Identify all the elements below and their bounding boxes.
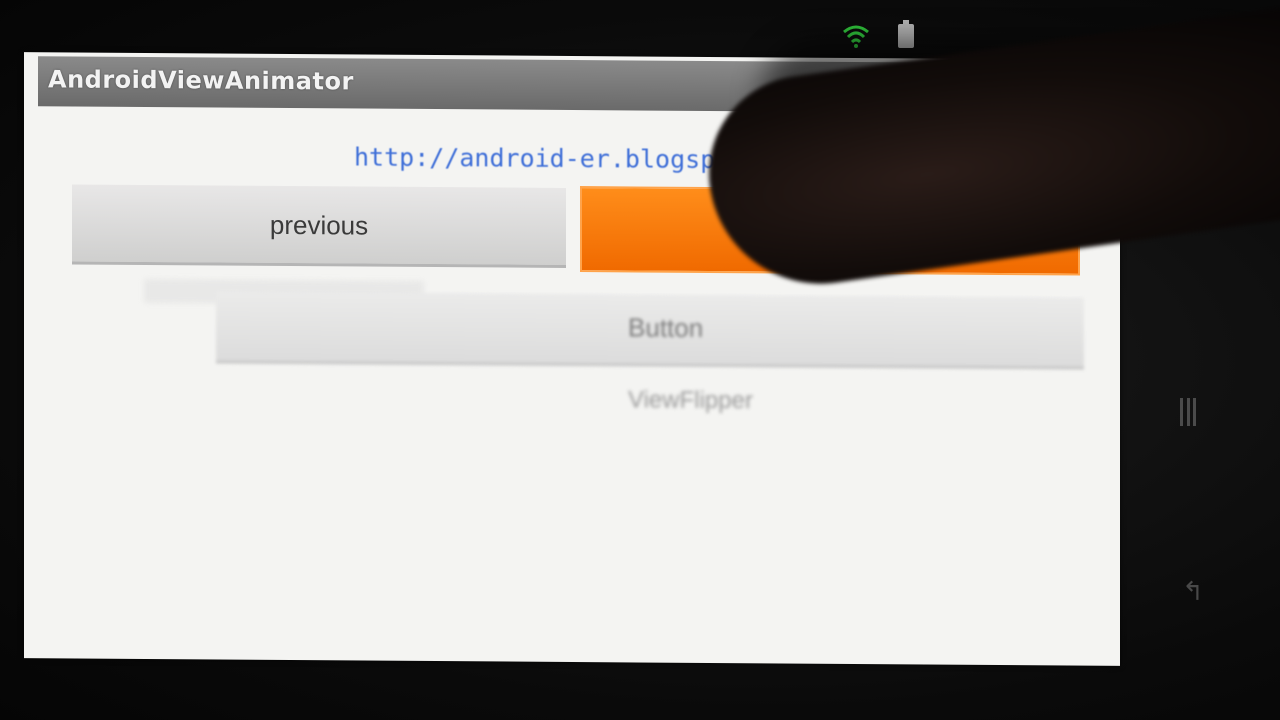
menu-key-icon[interactable] bbox=[1180, 398, 1196, 426]
blog-link[interactable]: http://android-er.blogspo bbox=[354, 142, 730, 174]
animated-button[interactable]: Button bbox=[216, 291, 1084, 370]
previous-button[interactable]: previous bbox=[72, 184, 566, 268]
device-photo: AndroidViewAnimator http://android-er.bl… bbox=[0, 0, 1280, 720]
animated-button-label: Button bbox=[628, 312, 704, 343]
app-title: AndroidViewAnimator bbox=[48, 65, 354, 96]
back-key-icon[interactable]: ↰ bbox=[1182, 578, 1204, 606]
animated-caption: ViewFlipper bbox=[628, 386, 753, 415]
previous-button-label: previous bbox=[269, 209, 369, 241]
